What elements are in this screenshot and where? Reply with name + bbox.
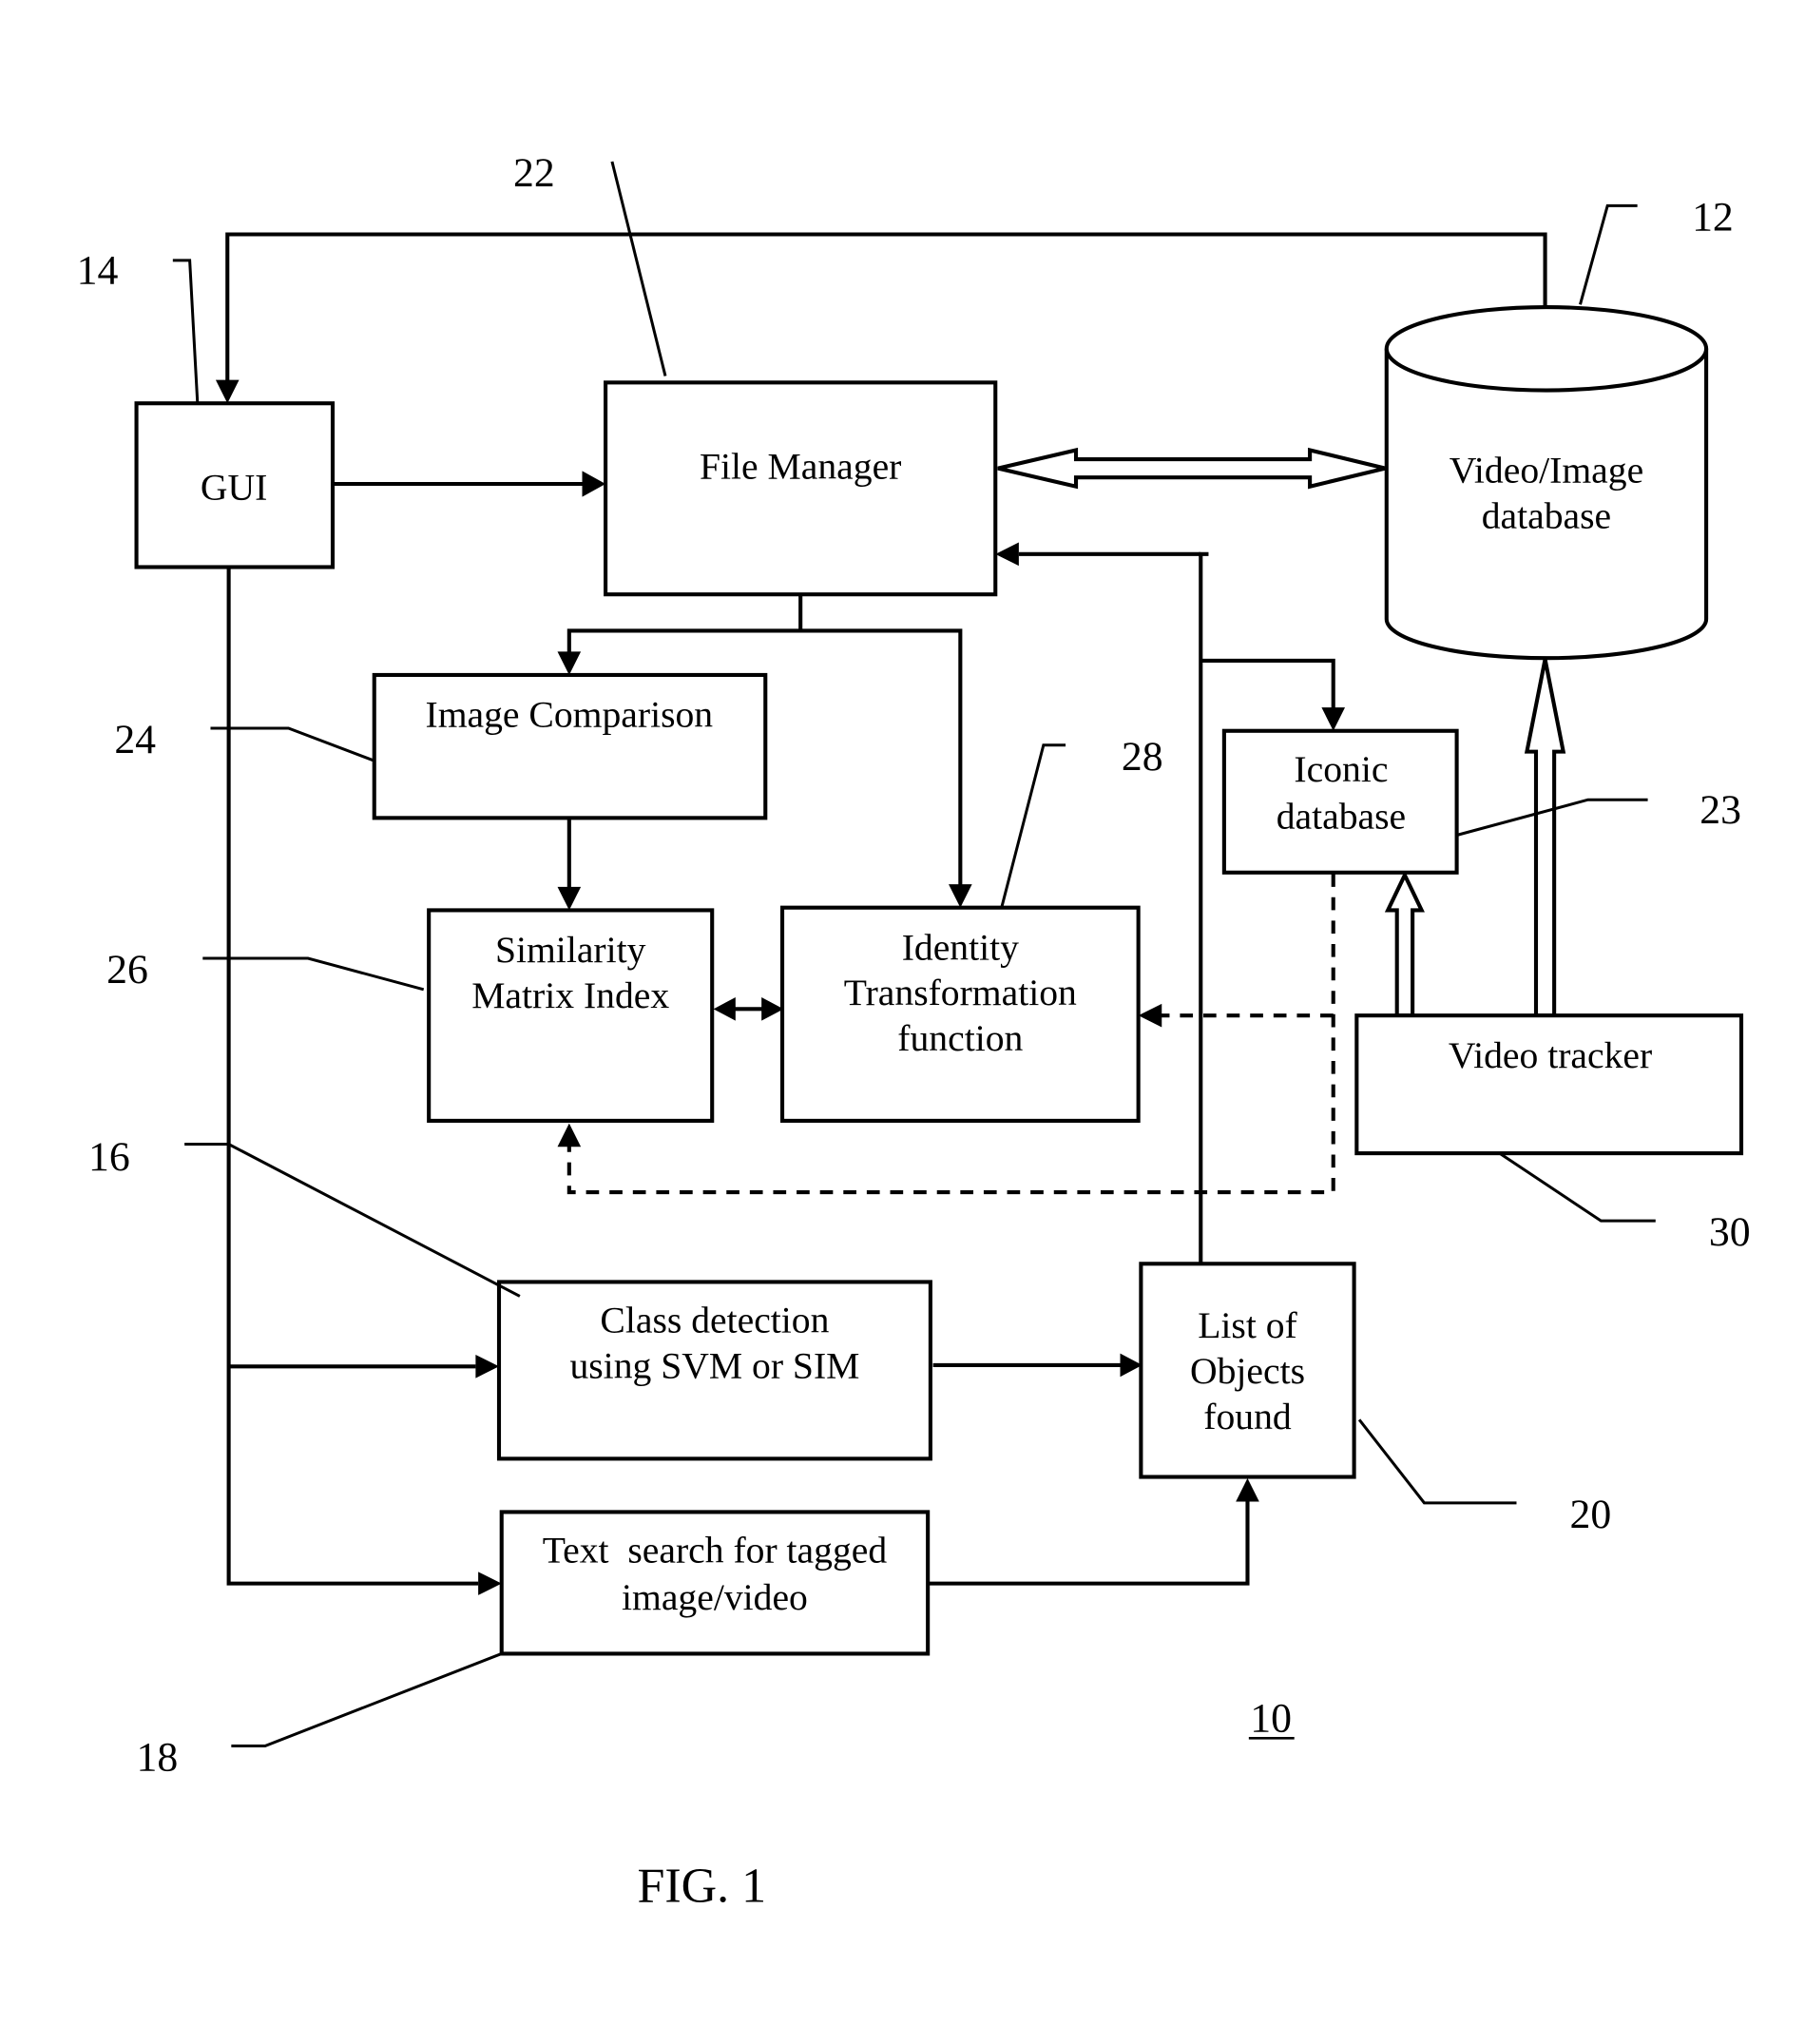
video-image-database: Video/Image database — [1384, 305, 1709, 661]
class-detection-line1: Class detection — [600, 1300, 829, 1341]
image-comparison-block: Image Comparison — [372, 672, 768, 820]
similarity-matrix-block: Similarity Matrix Index — [427, 908, 715, 1123]
similarity-line2: Matrix Index — [471, 974, 669, 1016]
connector-tracker-to-db — [1524, 659, 1566, 1018]
gui-block: GUI — [134, 401, 336, 569]
connector-similarity-identity — [713, 997, 784, 1021]
file-manager-block: File Manager — [604, 380, 998, 597]
similarity-line1: Similarity — [495, 929, 646, 971]
identity-line1: Identity — [902, 926, 1019, 968]
list-of-objects-block: List of Objects found — [1139, 1262, 1356, 1479]
connector-file-manager-db-bidirectional — [997, 447, 1386, 490]
system-reference: 10 — [1248, 1695, 1295, 1741]
ref-20: 20 — [1570, 1492, 1612, 1537]
identity-line3: function — [897, 1017, 1023, 1059]
class-detection-line2: using SVM or SIM — [569, 1345, 859, 1387]
ref-28: 28 — [1122, 734, 1163, 780]
connector-comparison-to-similarity — [557, 818, 582, 911]
connector-db-to-gui — [215, 232, 1547, 404]
connector-text-to-list — [928, 1477, 1259, 1586]
ref-12: 12 — [1692, 194, 1734, 240]
iconic-line1: Iconic — [1294, 748, 1388, 790]
connector-list-to-file-manager — [995, 542, 1209, 1264]
ref-16: 16 — [88, 1134, 130, 1180]
ref-18: 18 — [137, 1734, 179, 1780]
block-diagram: GUI File Manager Video/Image database Im… — [77, 150, 1751, 1914]
identity-line2: Transformation — [844, 972, 1077, 1013]
ref-30: 30 — [1709, 1209, 1751, 1255]
ref-14: 14 — [77, 247, 119, 293]
text-search-line1: Text search for tagged — [543, 1530, 888, 1572]
text-search-block: Text search for tagged image/video — [499, 1510, 931, 1656]
connector-class-to-list — [932, 1353, 1143, 1378]
ref-22: 22 — [513, 150, 555, 196]
ref-26: 26 — [106, 947, 148, 993]
connector-gui-to-file-manager — [327, 471, 606, 497]
video-tracker-label: Video tracker — [1449, 1034, 1652, 1076]
text-search-line2: image/video — [622, 1576, 808, 1618]
figure-caption: FIG. 1 — [637, 1860, 766, 1914]
db-label-line2: database — [1482, 494, 1611, 536]
video-tracker-block: Video tracker — [1354, 1013, 1744, 1156]
iconic-database-block: Iconic database — [1221, 728, 1459, 875]
connector-tracker-to-iconic — [1384, 870, 1425, 1018]
image-comparison-label: Image Comparison — [426, 694, 714, 736]
ref-23: 23 — [1699, 787, 1741, 833]
db-label-line1: Video/Image — [1450, 450, 1643, 492]
file-manager-label: File Manager — [700, 446, 901, 488]
list-line2: Objects — [1190, 1350, 1305, 1392]
ref-24: 24 — [114, 717, 156, 762]
list-line1: List of — [1198, 1304, 1297, 1346]
identity-transformation-block: Identity Transformation function — [779, 905, 1141, 1123]
class-detection-block: Class detection using SVM or SIM — [496, 1280, 932, 1461]
ref-10: 10 — [1250, 1695, 1292, 1741]
gui-label: GUI — [201, 466, 267, 508]
list-line3: found — [1203, 1396, 1292, 1437]
connector-to-iconic-db — [1200, 658, 1346, 731]
iconic-line2: database — [1277, 795, 1406, 837]
